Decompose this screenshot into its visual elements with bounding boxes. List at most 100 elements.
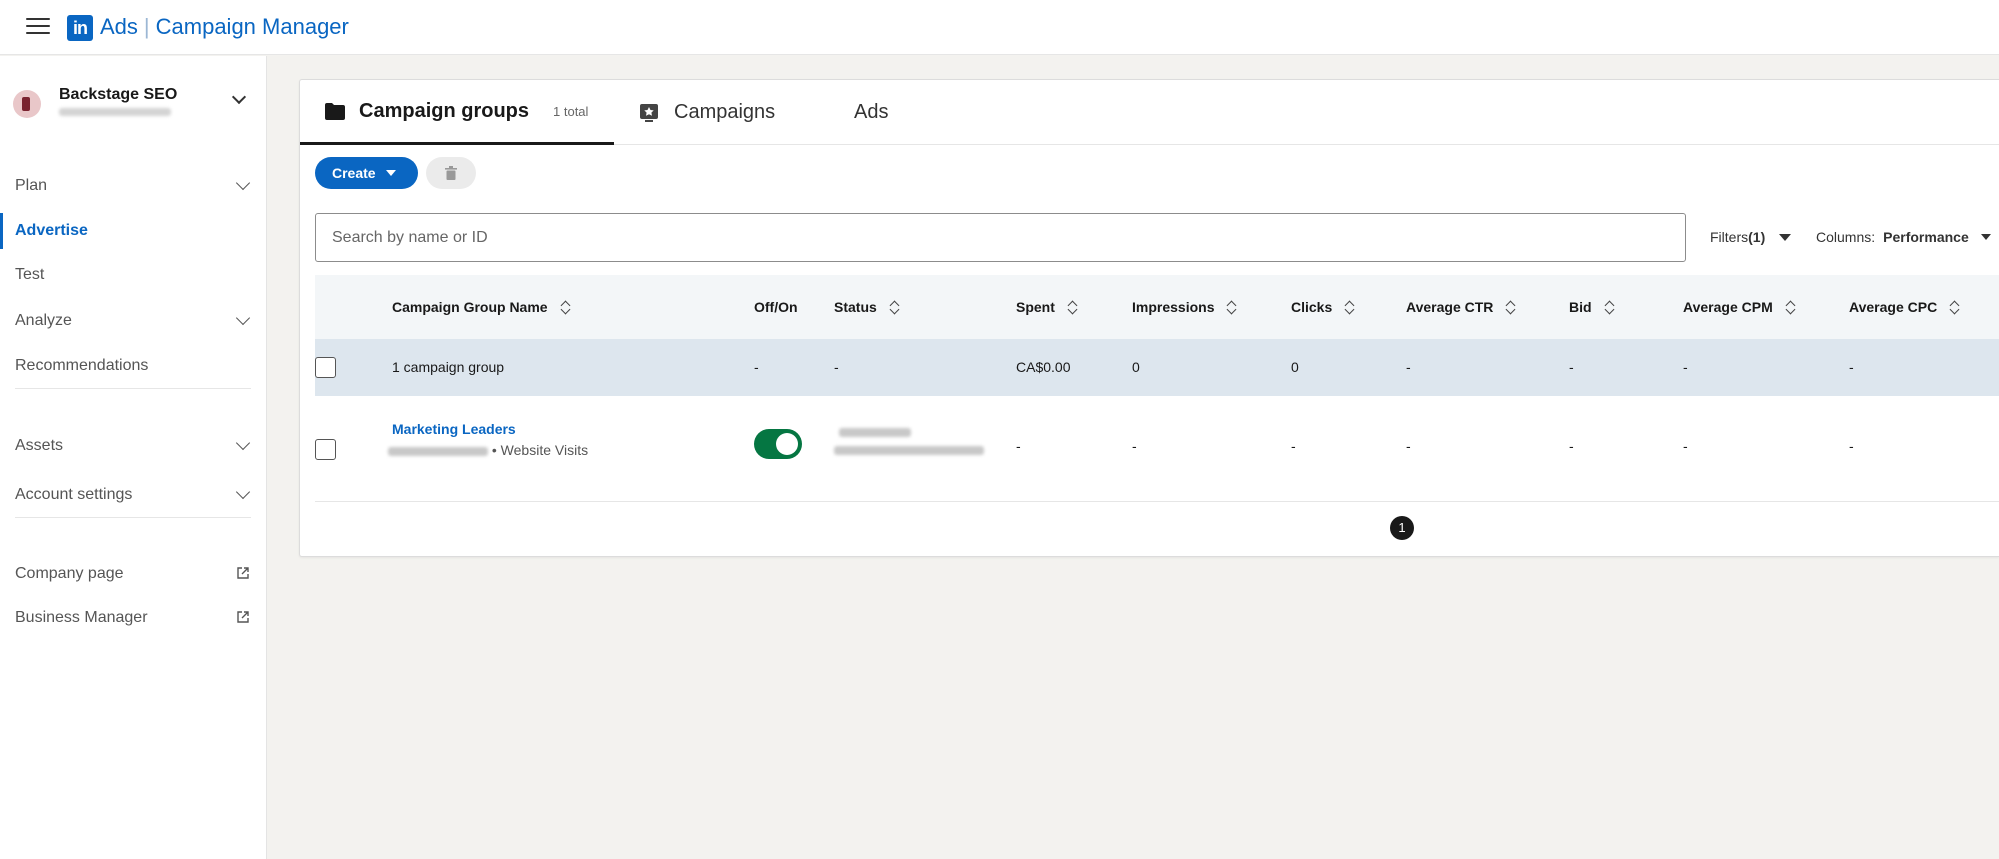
external-link-icon (237, 611, 249, 623)
sort-icon (889, 299, 901, 315)
sidebar-item-plan[interactable]: Plan (0, 168, 267, 204)
campaign-icon (640, 103, 658, 122)
summary-spent: CA$0.00 (1016, 359, 1071, 375)
header-label: Average CPM (1683, 299, 1773, 315)
column-header-name[interactable]: Campaign Group Name (392, 275, 572, 339)
sidebar-item-test[interactable]: Test (0, 257, 267, 293)
caret-down-icon (1779, 233, 1792, 241)
filters-label: Filters (1710, 229, 1749, 245)
app-title[interactable]: Ads | Campaign Manager (100, 14, 349, 40)
campaign-groups-card: Campaign groups 1 total Campaigns Ads Cr… (299, 79, 1999, 557)
sidebar-item-company-page[interactable]: Company page (0, 556, 267, 592)
header-label: Average CPC (1849, 299, 1938, 315)
sidebar-item-label: Advertise (15, 222, 88, 239)
header-label: Off/On (754, 299, 798, 315)
sort-icon (1344, 299, 1356, 315)
campaign-group-objective: • Website Visits (491, 442, 589, 458)
table-row[interactable]: Marketing Leaders • Website Visits - - -… (315, 396, 1999, 502)
column-header-status[interactable]: Status (834, 275, 901, 339)
divider (15, 517, 251, 518)
row-cpc: - (1849, 438, 1854, 454)
chevron-down-icon (235, 484, 251, 500)
header-label: Status (834, 299, 877, 315)
summary-name: 1 campaign group (392, 359, 505, 375)
column-header-bid[interactable]: Bid (1569, 275, 1616, 339)
caret-down-icon (385, 170, 396, 176)
sidebar-item-recommendations[interactable]: Recommendations (0, 348, 267, 384)
account-id-redacted (59, 108, 171, 116)
sidebar-item-label: Account settings (15, 486, 133, 503)
caret-down-icon (1980, 234, 1991, 240)
create-button[interactable]: Create (315, 157, 418, 189)
header-label: Clicks (1291, 299, 1333, 315)
tab-campaigns[interactable]: Campaigns (639, 80, 779, 145)
sidebar-item-assets[interactable]: Assets (0, 428, 267, 464)
linkedin-logo[interactable]: in (67, 15, 93, 41)
row-bid: - (1569, 438, 1574, 454)
filters-count: (1) (1748, 229, 1766, 245)
table-header: Campaign Group Name Off/On Status Spent … (315, 275, 1999, 339)
summary-bid: - (1569, 359, 1574, 375)
account-name: Backstage SEO (59, 86, 178, 103)
tab-campaign-groups[interactable]: Campaign groups 1 total (300, 80, 614, 145)
account-avatar (13, 90, 41, 118)
column-header-spent[interactable]: Spent (1016, 275, 1079, 339)
sort-icon (1505, 299, 1517, 315)
account-switcher[interactable]: Backstage SEO (0, 82, 267, 132)
chevron-down-icon (235, 175, 251, 191)
status-redacted (834, 428, 984, 455)
header-label: Campaign Group Name (392, 299, 548, 315)
on-off-toggle[interactable] (754, 429, 802, 459)
tab-label: Campaigns (674, 101, 776, 123)
redacted-id (388, 446, 488, 456)
sidebar-item-label: Company page (15, 565, 124, 582)
columns-label: Columns: (1816, 229, 1876, 245)
column-header-average-ctr[interactable]: Average CTR (1406, 275, 1517, 339)
row-spent: - (1016, 438, 1021, 454)
divider (15, 388, 251, 389)
top-bar: in Ads | Campaign Manager (0, 0, 1999, 55)
tab-count: 1 total (553, 103, 589, 119)
sidebar-item-label: Plan (15, 177, 48, 194)
summary-status: - (834, 359, 839, 375)
sidebar-item-label: Analyze (15, 312, 72, 329)
row-cpm: - (1683, 438, 1688, 454)
sidebar-item-analyze[interactable]: Analyze (0, 303, 267, 339)
menu-icon[interactable] (26, 18, 50, 36)
row-checkbox[interactable] (315, 439, 336, 460)
external-link-icon (237, 567, 249, 579)
column-header-clicks[interactable]: Clicks (1291, 275, 1356, 339)
column-header-average-cpm[interactable]: Average CPM (1683, 275, 1797, 339)
pagination-page-button[interactable]: 1 (1390, 516, 1414, 540)
select-all-checkbox[interactable] (315, 357, 336, 378)
tab-ads[interactable]: Ads (854, 80, 914, 145)
summary-clicks: 0 (1291, 359, 1299, 375)
columns-dropdown[interactable]: Columns: Performance (1816, 229, 1991, 245)
summary-cpc: - (1849, 359, 1854, 375)
folder-icon (325, 102, 345, 120)
chevron-down-icon (235, 310, 251, 326)
product-label: Campaign Manager (155, 14, 349, 39)
sidebar-item-advertise[interactable]: Advertise (0, 213, 267, 249)
header-label: Spent (1016, 299, 1055, 315)
header-label: Average CTR (1406, 299, 1494, 315)
sidebar-item-label: Assets (15, 437, 64, 454)
sidebar-item-business-manager[interactable]: Business Manager (0, 600, 267, 636)
column-header-average-cpc[interactable]: Average CPC (1849, 275, 1961, 339)
sidebar: Backstage SEO Plan Advertise Test Analyz… (0, 56, 267, 859)
filters-dropdown[interactable]: Filters (1) (1710, 229, 1792, 245)
sort-icon (1949, 299, 1961, 315)
sort-icon (1226, 299, 1238, 315)
brand-label: Ads (100, 14, 138, 39)
summary-cpm: - (1683, 359, 1688, 375)
sidebar-item-account-settings[interactable]: Account settings (0, 477, 267, 513)
tab-label: Campaign groups (359, 99, 530, 122)
tab-bar: Campaign groups 1 total Campaigns Ads (300, 80, 1999, 145)
summary-ctr: - (1406, 359, 1411, 375)
search-input[interactable] (315, 213, 1686, 262)
campaign-group-name-link[interactable]: Marketing Leaders (392, 421, 516, 437)
summary-impressions: 0 (1132, 359, 1140, 375)
column-header-impressions[interactable]: Impressions (1132, 275, 1238, 339)
delete-button[interactable] (426, 157, 476, 189)
chevron-down-icon (231, 89, 247, 105)
